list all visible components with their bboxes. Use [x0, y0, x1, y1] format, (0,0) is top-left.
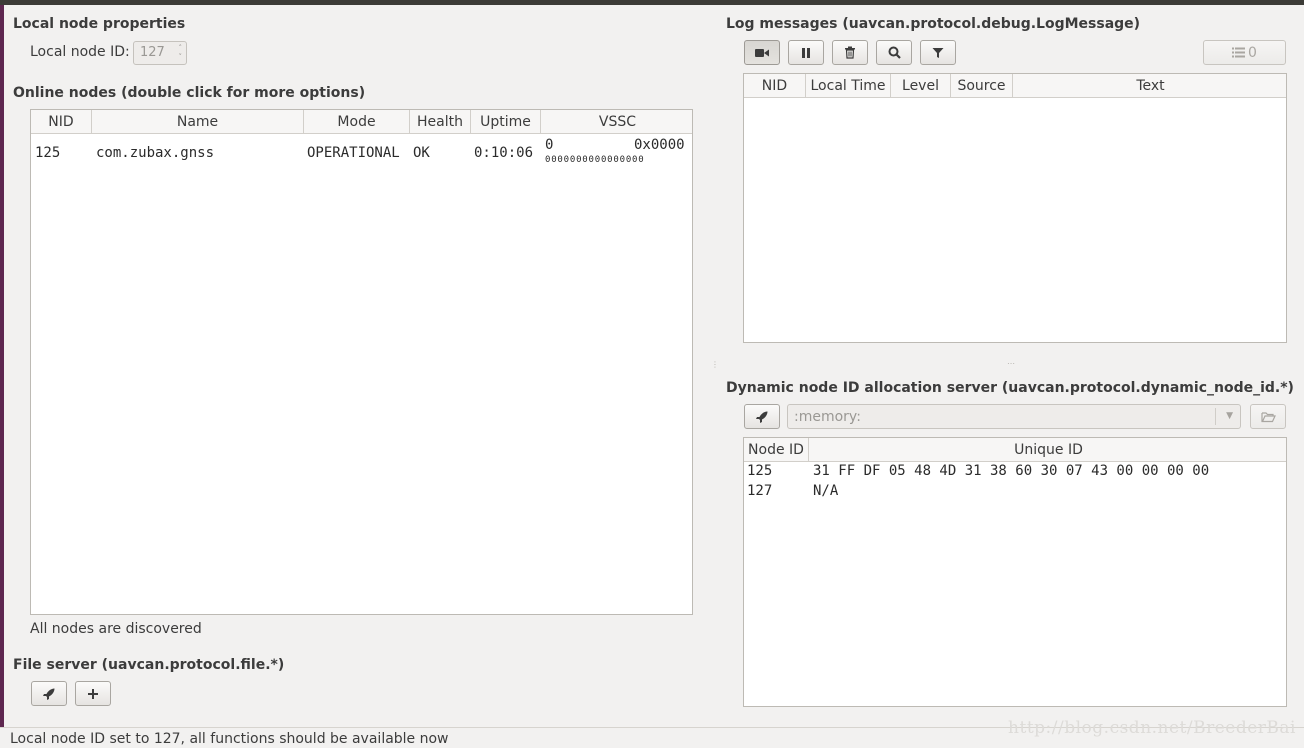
rocket-icon: [43, 688, 55, 700]
node-vssc-decimal: 0: [545, 137, 554, 153]
online-nodes-table[interactable]: NID Name Mode Health Uptime VSSC 125 com…: [30, 109, 693, 615]
col-text[interactable]: Text: [1013, 74, 1286, 98]
desktop-edge: [0, 5, 4, 727]
nodes-status-text: All nodes are discovered: [30, 621, 202, 637]
trash-icon: [845, 46, 855, 59]
col-unique-id[interactable]: Unique ID: [809, 438, 1286, 462]
alloc-node-id: 125: [747, 463, 773, 479]
log-clear-button[interactable]: [832, 40, 868, 65]
col-source[interactable]: Source: [951, 74, 1013, 98]
node-mode: OPERATIONAL: [307, 145, 400, 161]
watermark-text: http://blog.csdn.net/BreederBai: [1008, 718, 1296, 738]
search-icon: [888, 46, 901, 59]
node-nid: 125: [35, 145, 61, 161]
window-top-bar: [0, 0, 1304, 5]
file-server-start-button[interactable]: [31, 681, 67, 706]
alloc-node-id: 127: [747, 483, 773, 499]
col-health[interactable]: Health: [410, 110, 471, 134]
node-name: com.zubax.gnss: [96, 145, 215, 161]
allocator-start-button[interactable]: [744, 404, 780, 429]
chevron-down-icon[interactable]: ▼: [1226, 411, 1233, 421]
col-local-time[interactable]: Local Time: [806, 74, 891, 98]
plus-icon: [88, 688, 98, 699]
alloc-unique-id: 31 FF DF 05 48 4D 31 38 60 30 07 43 00 0…: [813, 463, 1210, 479]
allocation-header: Node ID Unique ID: [744, 438, 1286, 462]
main-window: Local node properties Local node ID: 127…: [0, 0, 1304, 748]
table-row[interactable]: 125 com.zubax.gnss OPERATIONAL OK 0:10:0…: [31, 136, 692, 172]
table-row[interactable]: 125 31 FF DF 05 48 4D 31 38 60 30 07 43 …: [744, 463, 1286, 483]
node-uptime: 0:10:06: [474, 145, 534, 161]
log-record-toggle-button[interactable]: [744, 40, 780, 65]
log-messages-title: Log messages (uavcan.protocol.debug.LogM…: [726, 16, 1141, 32]
folder-open-icon: [1260, 411, 1276, 422]
list-icon: [1232, 47, 1246, 58]
col-uptime[interactable]: Uptime: [471, 110, 541, 134]
combo-separator: [1215, 408, 1216, 425]
rocket-icon: [756, 411, 768, 423]
col-node-id[interactable]: Node ID: [744, 438, 809, 462]
status-message: Local node ID set to 127, all functions …: [10, 731, 449, 747]
col-level[interactable]: Level: [891, 74, 951, 98]
dynamic-allocation-title: Dynamic node ID allocation server (uavca…: [726, 380, 1294, 396]
col-log-nid[interactable]: NID: [744, 74, 806, 98]
online-nodes-title: Online nodes (double click for more opti…: [13, 85, 366, 101]
local-node-id-value: 127: [140, 45, 165, 60]
alloc-unique-id: N/A: [813, 483, 839, 499]
pause-icon: [802, 47, 810, 58]
node-health: OK: [413, 145, 430, 161]
allocation-table[interactable]: Node ID Unique ID 125 31 FF DF 05 48 4D …: [743, 437, 1287, 707]
col-name[interactable]: Name: [92, 110, 304, 134]
filter-icon: [932, 47, 944, 58]
spin-arrows-icon[interactable]: ˄ ˅: [179, 44, 183, 62]
local-node-id-label: Local node ID:: [30, 44, 130, 60]
vertical-splitter-handle[interactable]: ⋮: [711, 360, 720, 369]
online-nodes-header: NID Name Mode Health Uptime VSSC: [31, 110, 692, 134]
horizontal-splitter-handle[interactable]: ⋯: [1007, 359, 1016, 368]
log-filter-button[interactable]: [920, 40, 956, 65]
col-vssc[interactable]: VSSC: [541, 110, 692, 134]
allocator-database-path: :memory:: [794, 409, 861, 425]
file-server-add-path-button[interactable]: [75, 681, 111, 706]
local-node-properties-title: Local node properties: [13, 16, 186, 32]
allocator-open-file-button[interactable]: [1250, 404, 1286, 429]
file-server-title: File server (uavcan.protocol.file.*): [13, 657, 285, 673]
log-messages-table[interactable]: NID Local Time Level Source Text: [743, 73, 1287, 343]
node-vssc-hex: 0x0000: [634, 137, 685, 153]
col-mode[interactable]: Mode: [304, 110, 410, 134]
allocator-database-combo[interactable]: :memory: ▼: [787, 404, 1241, 429]
log-search-button[interactable]: [876, 40, 912, 65]
table-row[interactable]: 127 N/A: [744, 483, 1286, 503]
log-count-value: 0: [1248, 44, 1257, 61]
node-vssc-bits: 0000000000000000: [545, 155, 645, 165]
log-count-button[interactable]: 0: [1203, 40, 1286, 65]
video-camera-icon: [755, 48, 769, 57]
local-node-id-spinbox[interactable]: 127 ˄ ˅: [133, 41, 187, 65]
log-messages-header: NID Local Time Level Source Text: [744, 74, 1286, 98]
col-nid[interactable]: NID: [31, 110, 92, 134]
log-pause-button[interactable]: [788, 40, 824, 65]
